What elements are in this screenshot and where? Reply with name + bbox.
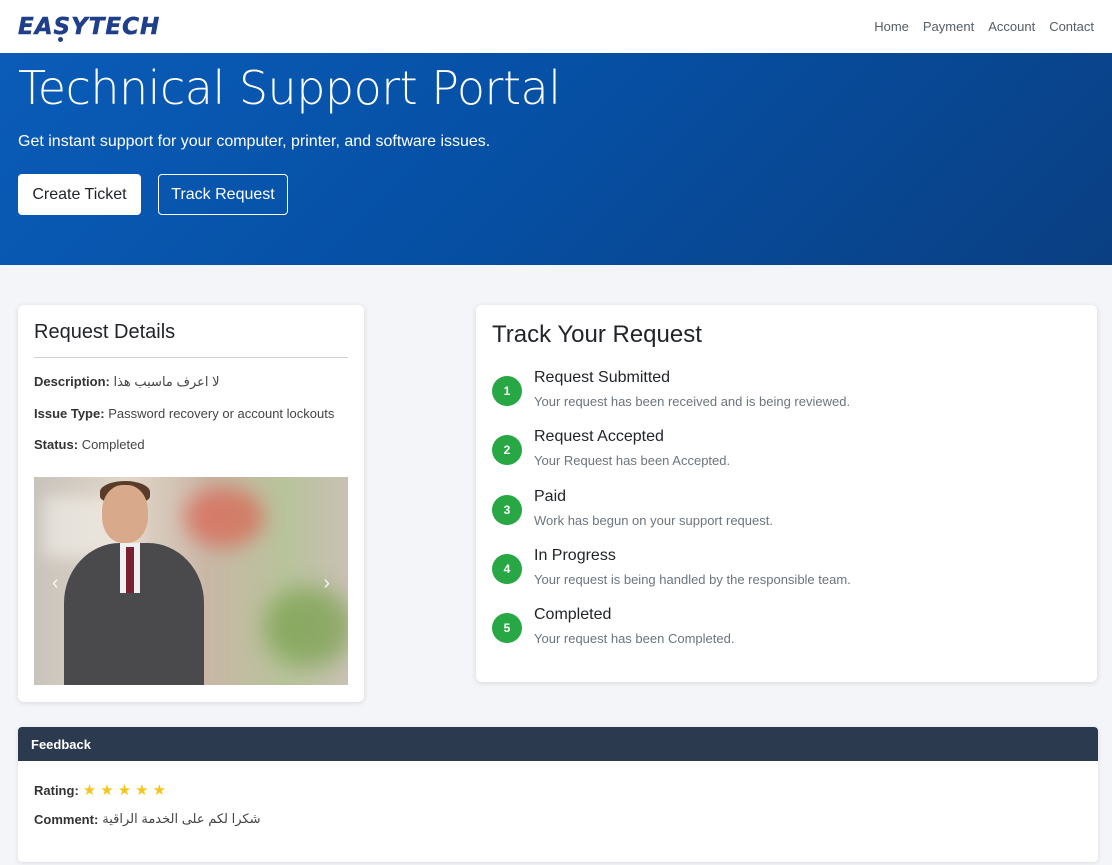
- issue-type-value: Password recovery or account lockouts: [108, 406, 335, 421]
- issue-type-row: Issue Type: Password recovery or account…: [34, 406, 348, 421]
- step-description: Your request has been Completed.: [534, 631, 735, 647]
- step-title: Request Accepted: [534, 428, 664, 446]
- step-number-badge: 2: [492, 435, 522, 466]
- step-number-badge: 1: [492, 376, 522, 406]
- feedback-header: Feedback: [18, 727, 1098, 761]
- top-navbar: EASYTECH Home Payment Account Contact: [0, 0, 1112, 53]
- feedback-card: Feedback Rating: ★ ★ ★ ★ ★ Comment: شكرا لكم…: [18, 727, 1098, 862]
- step-number-badge: 3: [492, 494, 522, 525]
- star-icon: ★: [100, 782, 114, 799]
- star-icon: ★: [135, 782, 149, 799]
- nav-link-payment[interactable]: Payment: [923, 19, 974, 34]
- star-icon: ★: [82, 782, 97, 799]
- step-description: Your Request has been Accepted.: [534, 453, 731, 469]
- nav-links: Home Payment Account Contact: [874, 19, 1094, 34]
- hero-subtitle: Get instant support for your computer, p…: [18, 133, 491, 150]
- comment-row: Comment: شكرا لكم على الخدمة الراقية: [34, 811, 1082, 827]
- issue-type-label: Issue Type:: [34, 406, 105, 421]
- request-image-carousel: ‹ ›: [34, 477, 348, 685]
- step-title: Request Submitted: [534, 369, 671, 386]
- step-description: Your request has been received and is be…: [534, 394, 851, 409]
- step-description: Work has begun on your support request.: [534, 512, 773, 528]
- step-title: Paid: [534, 487, 567, 505]
- nav-link-contact[interactable]: Contact: [1049, 19, 1094, 34]
- status-value: Completed: [81, 437, 145, 452]
- step-number-badge: 4: [492, 553, 522, 584]
- track-request-button[interactable]: Track Request: [158, 174, 288, 215]
- comment-value: شكرا لكم على الخدمة الراقية: [102, 811, 261, 826]
- nav-link-account[interactable]: Account: [988, 19, 1035, 34]
- step-description: Your request is being handled by the res…: [534, 571, 851, 587]
- brand-logo-text: EASYTECH: [18, 13, 161, 40]
- description-value: لا اعرف ماسبب هذا: [113, 374, 220, 389]
- page-title: Technical Support Portal: [18, 61, 561, 115]
- description-row: Description: لا اعرف ماسبب هذا: [34, 374, 348, 390]
- hero-banner: Technical Support Portal Get instant sup…: [0, 53, 1112, 265]
- comment-label: Comment:: [34, 811, 99, 827]
- request-details-title: Request Details: [34, 321, 348, 358]
- create-ticket-button[interactable]: Create Ticket: [18, 174, 141, 215]
- feedback-body: Rating: ★ ★ ★ ★ ★ Comment: شكرا لكم على الخد…: [18, 761, 1098, 859]
- star-icon: ★: [117, 782, 132, 799]
- star-icon: ★: [152, 782, 167, 799]
- rating-label: Rating:: [34, 782, 79, 798]
- track-request-card: Track Your Request 1 Request Submitted Y…: [476, 305, 1097, 682]
- request-details-card: Request Details Description: لا اعرف ماس…: [18, 305, 364, 702]
- rating-row: Rating: ★ ★ ★ ★ ★: [34, 781, 1082, 799]
- step-number-badge: 5: [492, 613, 522, 644]
- star-rating: ★ ★ ★ ★ ★: [83, 781, 170, 799]
- track-request-title: Track Your Request: [492, 321, 702, 348]
- carousel-prev-icon[interactable]: ‹: [52, 572, 59, 595]
- step-title: In Progress: [534, 546, 616, 564]
- brand-logo[interactable]: EASYTECH: [18, 7, 160, 47]
- nav-link-home[interactable]: Home: [874, 19, 909, 34]
- carousel-next-icon[interactable]: ›: [323, 572, 330, 595]
- status-label: Status:: [34, 437, 79, 452]
- logo-dot-icon: [58, 36, 63, 42]
- status-row: Status: Completed: [34, 437, 348, 452]
- description-label: Description:: [34, 374, 110, 389]
- step-title: Completed: [534, 606, 612, 624]
